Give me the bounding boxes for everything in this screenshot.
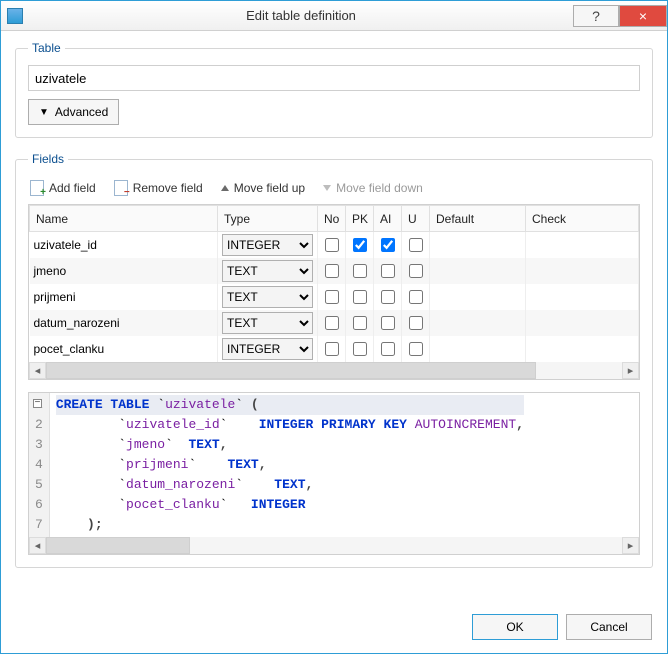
sql-editor[interactable]: 1−234567 CREATE TABLE `uzivatele` ( `uzi… [28, 392, 640, 555]
sql-h-scrollbar[interactable]: ◂ ▸ [29, 537, 639, 554]
field-no-checkbox[interactable] [325, 342, 339, 356]
move-down-label: Move field down [336, 181, 423, 195]
close-button[interactable]: × [619, 5, 667, 27]
field-u-checkbox[interactable] [409, 264, 423, 278]
scroll-left-button[interactable]: ◂ [29, 537, 46, 554]
field-pk-checkbox[interactable] [353, 290, 367, 304]
field-pk-checkbox[interactable] [353, 264, 367, 278]
col-pk[interactable]: PK [346, 206, 374, 232]
field-default-cell[interactable] [430, 310, 526, 336]
add-field-label: Add field [49, 181, 96, 195]
remove-field-icon [114, 180, 128, 196]
field-name-cell[interactable]: pocet_clanku [30, 336, 218, 362]
field-no-checkbox[interactable] [325, 290, 339, 304]
field-u-checkbox[interactable] [409, 342, 423, 356]
move-down-button[interactable]: Move field down [323, 181, 423, 195]
field-ai-checkbox[interactable] [381, 342, 395, 356]
dialog-content: Table ▼ Advanced Fields Add field Remove… [1, 31, 667, 596]
ok-button[interactable]: OK [472, 614, 558, 640]
field-name-cell[interactable]: datum_narozeni [30, 310, 218, 336]
field-pk-checkbox[interactable] [353, 342, 367, 356]
move-up-label: Move field up [234, 181, 305, 195]
col-default[interactable]: Default [430, 206, 526, 232]
scroll-right-button[interactable]: ▸ [622, 537, 639, 554]
dialog-buttons: OK Cancel [472, 614, 652, 640]
field-type-select[interactable]: INTEGERTEXTREALBLOBNUMERIC [222, 338, 313, 360]
field-type-select[interactable]: INTEGERTEXTREALBLOBNUMERIC [222, 260, 313, 282]
field-ai-checkbox[interactable] [381, 316, 395, 330]
field-name-cell[interactable]: uzivatele_id [30, 232, 218, 258]
remove-field-button[interactable]: Remove field [114, 180, 203, 196]
field-check-cell[interactable] [526, 258, 639, 284]
window-title: Edit table definition [29, 8, 573, 23]
field-default-cell[interactable] [430, 284, 526, 310]
table-row[interactable]: prijmeniINTEGERTEXTREALBLOBNUMERIC [30, 284, 639, 310]
fields-toolbar: Add field Remove field Move field up Mov… [28, 176, 640, 204]
fields-grid: Name Type No PK AI U Default Check uziva… [28, 204, 640, 380]
cancel-button[interactable]: Cancel [566, 614, 652, 640]
col-no[interactable]: No [318, 206, 346, 232]
add-field-button[interactable]: Add field [30, 180, 96, 196]
field-ai-checkbox[interactable] [381, 238, 395, 252]
field-check-cell[interactable] [526, 232, 639, 258]
arrow-down-icon [323, 185, 331, 191]
field-type-select[interactable]: INTEGERTEXTREALBLOBNUMERIC [222, 312, 313, 334]
table-row[interactable]: datum_narozeniINTEGERTEXTREALBLOBNUMERIC [30, 310, 639, 336]
table-group: Table ▼ Advanced [15, 41, 653, 138]
table-group-legend: Table [28, 41, 65, 55]
table-row[interactable]: uzivatele_idINTEGERTEXTREALBLOBNUMERIC [30, 232, 639, 258]
col-u[interactable]: U [402, 206, 430, 232]
col-type[interactable]: Type [218, 206, 318, 232]
field-check-cell[interactable] [526, 284, 639, 310]
fold-icon[interactable]: − [33, 399, 42, 408]
titlebar: Edit table definition ? × [1, 1, 667, 31]
field-check-cell[interactable] [526, 310, 639, 336]
scroll-right-button[interactable]: ▸ [622, 362, 639, 379]
table-row[interactable]: jmenoINTEGERTEXTREALBLOBNUMERIC [30, 258, 639, 284]
add-field-icon [30, 180, 44, 196]
field-default-cell[interactable] [430, 232, 526, 258]
help-button[interactable]: ? [573, 5, 619, 27]
advanced-button[interactable]: ▼ Advanced [28, 99, 119, 125]
field-no-checkbox[interactable] [325, 238, 339, 252]
table-row[interactable]: pocet_clankuINTEGERTEXTREALBLOBNUMERIC [30, 336, 639, 362]
col-ai[interactable]: AI [374, 206, 402, 232]
app-icon [7, 8, 23, 24]
scroll-left-button[interactable]: ◂ [29, 362, 46, 379]
table-name-input[interactable] [28, 65, 640, 91]
field-ai-checkbox[interactable] [381, 264, 395, 278]
field-pk-checkbox[interactable] [353, 316, 367, 330]
remove-field-label: Remove field [133, 181, 203, 195]
chevron-down-icon: ▼ [39, 107, 49, 118]
col-check[interactable]: Check [526, 206, 639, 232]
field-pk-checkbox[interactable] [353, 238, 367, 252]
field-name-cell[interactable]: prijmeni [30, 284, 218, 310]
field-u-checkbox[interactable] [409, 290, 423, 304]
field-type-select[interactable]: INTEGERTEXTREALBLOBNUMERIC [222, 234, 313, 256]
advanced-label: Advanced [55, 105, 108, 119]
fields-group-legend: Fields [28, 152, 68, 166]
grid-h-scrollbar[interactable]: ◂ ▸ [29, 362, 639, 379]
col-name[interactable]: Name [30, 206, 218, 232]
arrow-up-icon [221, 185, 229, 191]
field-default-cell[interactable] [430, 336, 526, 362]
field-no-checkbox[interactable] [325, 264, 339, 278]
grid-header-row: Name Type No PK AI U Default Check [30, 206, 639, 232]
field-ai-checkbox[interactable] [381, 290, 395, 304]
move-up-button[interactable]: Move field up [221, 181, 305, 195]
field-type-select[interactable]: INTEGERTEXTREALBLOBNUMERIC [222, 286, 313, 308]
field-check-cell[interactable] [526, 336, 639, 362]
field-default-cell[interactable] [430, 258, 526, 284]
field-u-checkbox[interactable] [409, 316, 423, 330]
field-name-cell[interactable]: jmeno [30, 258, 218, 284]
fields-group: Fields Add field Remove field Move field… [15, 152, 653, 568]
field-u-checkbox[interactable] [409, 238, 423, 252]
field-no-checkbox[interactable] [325, 316, 339, 330]
